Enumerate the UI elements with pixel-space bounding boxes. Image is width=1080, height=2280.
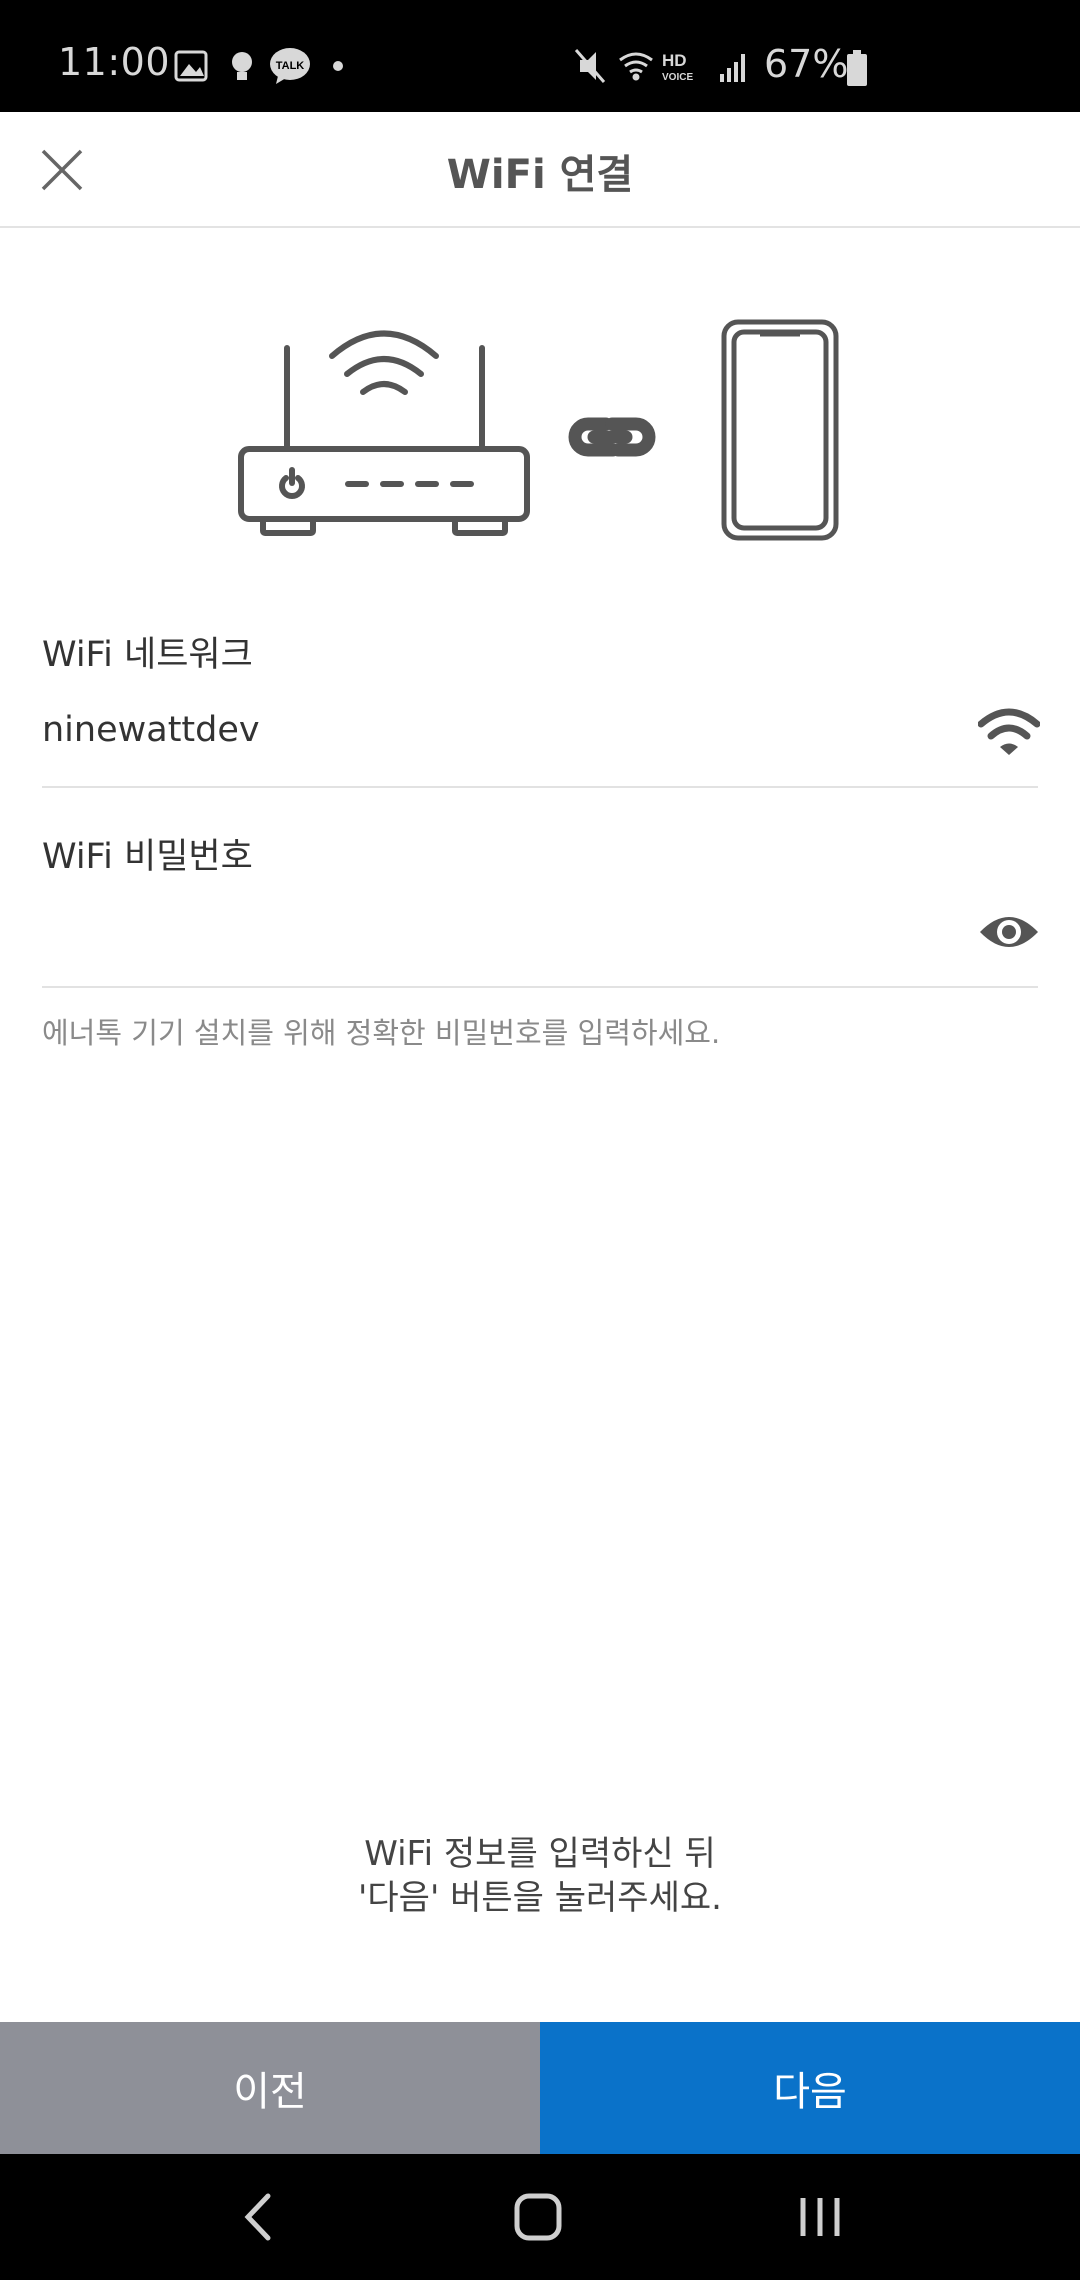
page-title: WiFi 연결: [446, 152, 634, 198]
instruction-line-2: '다음' 버튼을 눌러주세요.: [358, 1878, 722, 1918]
instruction-line-1: WiFi 정보를 입력하신 뒤: [364, 1834, 716, 1874]
header: WiFi 연결: [0, 112, 1080, 228]
back-icon: [244, 2193, 271, 2241]
home-icon: [514, 2193, 562, 2241]
eye-icon[interactable]: [978, 910, 1040, 954]
connection-illustration: [238, 319, 839, 541]
nav-bar: [0, 2154, 1080, 2280]
signal-icon: [720, 54, 745, 82]
dot-icon: [333, 61, 343, 71]
recents-icon: [800, 2198, 840, 2236]
svg-text:TALK: TALK: [276, 60, 305, 72]
prev-button[interactable]: 이전: [0, 2022, 540, 2154]
link-icon: [568, 417, 656, 457]
bulb-icon: [232, 52, 252, 80]
battery-percent: 67%: [764, 42, 849, 86]
wifi-connect-screen: 11:00 TALK HD VOICE 67% WiFi 연결 WiFi 네트워…: [0, 0, 1080, 2280]
battery-icon: [847, 50, 867, 86]
image-icon: [174, 50, 208, 82]
password-divider: [42, 986, 1038, 988]
password-hint: 에너톡 기기 설치를 위해 정확한 비밀번호를 입력하세요.: [42, 1016, 721, 1050]
network-label: WiFi 네트워크: [42, 635, 253, 675]
next-button[interactable]: 다음: [540, 2022, 1080, 2154]
instruction-text: WiFi 정보를 입력하신 뒤 '다음' 버튼을 눌러주세요.: [0, 1832, 1080, 1920]
home-button[interactable]: [498, 2182, 578, 2252]
wifi-icon: [619, 52, 653, 81]
network-field[interactable]: ninewattdev: [42, 710, 260, 750]
wifi-icon[interactable]: [978, 708, 1040, 756]
svg-text:VOICE: VOICE: [662, 72, 693, 83]
mute-icon: [574, 49, 606, 83]
router-icon: [238, 330, 530, 536]
back-button[interactable]: [218, 2182, 298, 2252]
password-label: WiFi 비밀번호: [42, 837, 253, 877]
hd-voice-icon: HD VOICE: [662, 51, 693, 83]
status-time: 11:00: [58, 40, 171, 84]
recents-button[interactable]: [780, 2182, 860, 2252]
notification-icons: TALK: [174, 48, 343, 84]
svg-text:HD: HD: [662, 51, 687, 70]
system-icons: HD VOICE: [574, 49, 745, 83]
status-bar: 11:00 TALK HD VOICE 67%: [0, 0, 1080, 112]
network-divider: [42, 786, 1038, 788]
bottom-buttons: 이전 다음: [0, 2022, 1080, 2154]
kakaotalk-icon: TALK: [270, 48, 310, 84]
phone-icon: [721, 319, 839, 541]
